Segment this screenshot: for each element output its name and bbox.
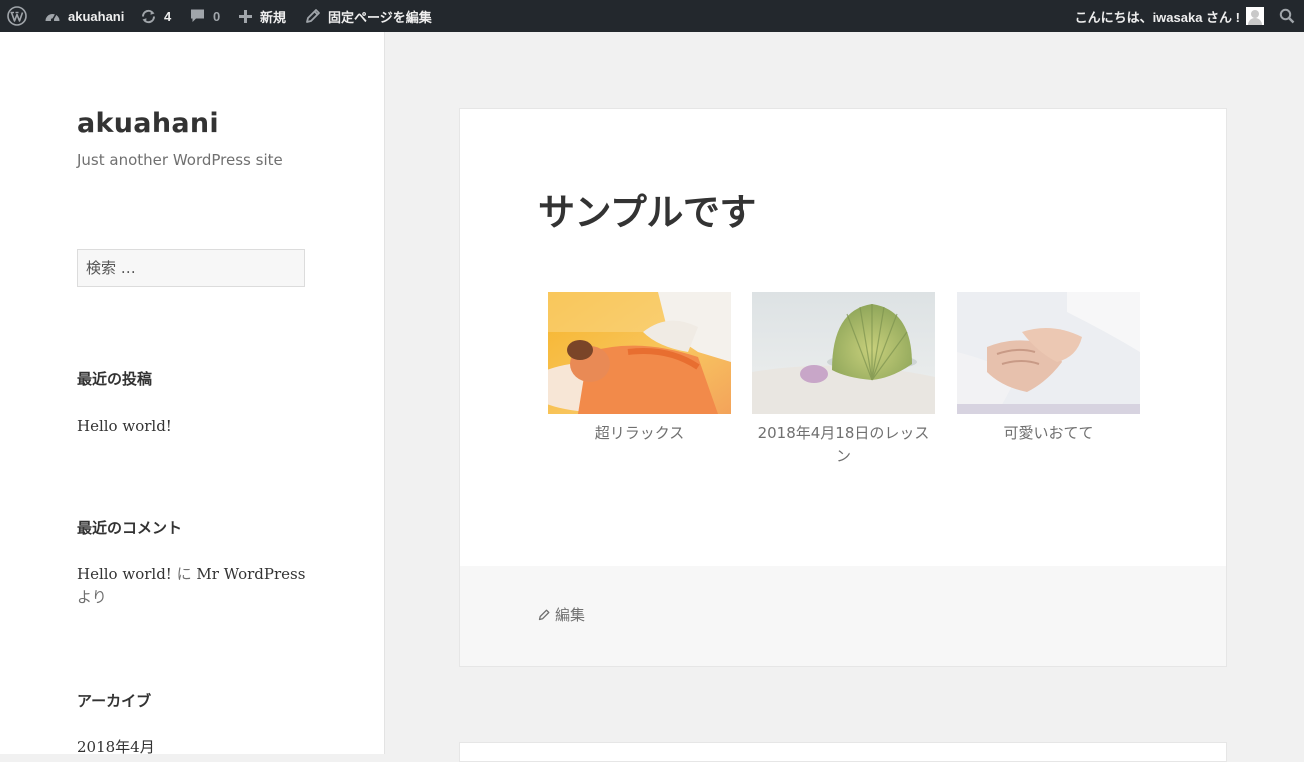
refresh-icon: [140, 8, 157, 25]
comment-connector: に: [176, 565, 192, 583]
comment-suffix: より: [77, 588, 107, 606]
archive-link[interactable]: 2018年4月: [77, 735, 155, 759]
gallery-caption: 超リラックス: [594, 424, 685, 442]
avatar: [1246, 7, 1264, 25]
seashell-photo[interactable]: [752, 292, 935, 414]
edit-link[interactable]: 編集: [538, 604, 585, 625]
entry-title: サンプルです: [538, 190, 756, 234]
recent-posts-title: 最近の投稿: [77, 370, 153, 388]
gallery-item[interactable]: 超リラックス: [548, 292, 731, 445]
pencil-icon: [305, 8, 321, 24]
greeting-label: こんにちは、iwasaka さん !: [1074, 9, 1240, 25]
article-card: サンプルです 超リラックス 2018年4月18日のレッスン 可愛いおてて 編集: [459, 108, 1227, 667]
comment-author-link[interactable]: Mr WordPress: [196, 565, 305, 583]
site-title[interactable]: akuahani: [77, 108, 219, 139]
comment-post-link[interactable]: Hello world!: [77, 565, 172, 583]
site-description: Just another WordPress site: [77, 151, 283, 169]
comments-count: 0: [213, 8, 221, 24]
wordpress-menu[interactable]: [7, 0, 27, 32]
adminbar-site-name[interactable]: akuahani: [44, 0, 124, 32]
edit-page-label: 固定ページを編集: [328, 9, 432, 25]
pencil-icon: [538, 609, 550, 621]
search-icon: [1279, 8, 1295, 24]
adminbar-new[interactable]: 新規: [238, 0, 286, 32]
gallery-item[interactable]: 可愛いおてて: [957, 292, 1140, 445]
edit-label: 編集: [555, 606, 586, 624]
updates-count: 4: [164, 8, 172, 24]
new-label: 新規: [260, 9, 287, 25]
adminbar-updates[interactable]: 4: [140, 0, 171, 32]
recent-comment-item: Hello world! に Mr WordPress より: [77, 563, 317, 609]
wordpress-logo-icon: [7, 6, 27, 26]
archives-title: アーカイブ: [77, 692, 152, 710]
comment-icon: [189, 8, 206, 24]
adminbar-search[interactable]: [1279, 0, 1295, 32]
gallery-caption: 2018年4月18日のレッスン: [757, 424, 930, 465]
search-input[interactable]: [77, 249, 305, 287]
entry-footer: 編集: [460, 566, 1226, 666]
sidebar: akuahani Just another WordPress site 最近の…: [0, 32, 385, 756]
gallery-item[interactable]: 2018年4月18日のレッスン: [752, 292, 935, 468]
dashboard-icon: [44, 9, 61, 23]
adminbar-comments[interactable]: 0: [189, 0, 220, 32]
plus-icon: [238, 9, 253, 24]
hands-photo[interactable]: [957, 292, 1140, 414]
admin-bar: akuahani 4 0 新規 固定ページを編集 こんにちは、iwasaka さ…: [0, 0, 1304, 32]
recent-comments-title: 最近のコメント: [77, 519, 183, 537]
site-name-label: akuahani: [68, 8, 125, 24]
recent-post-link[interactable]: Hello world!: [77, 414, 172, 438]
adminbar-edit-page[interactable]: 固定ページを編集: [305, 0, 432, 32]
massage-photo[interactable]: [548, 292, 731, 414]
adminbar-account[interactable]: こんにちは、iwasaka さん !: [1075, 0, 1264, 32]
next-article-card: [459, 742, 1227, 762]
gallery-caption: 可愛いおてて: [1003, 424, 1094, 442]
